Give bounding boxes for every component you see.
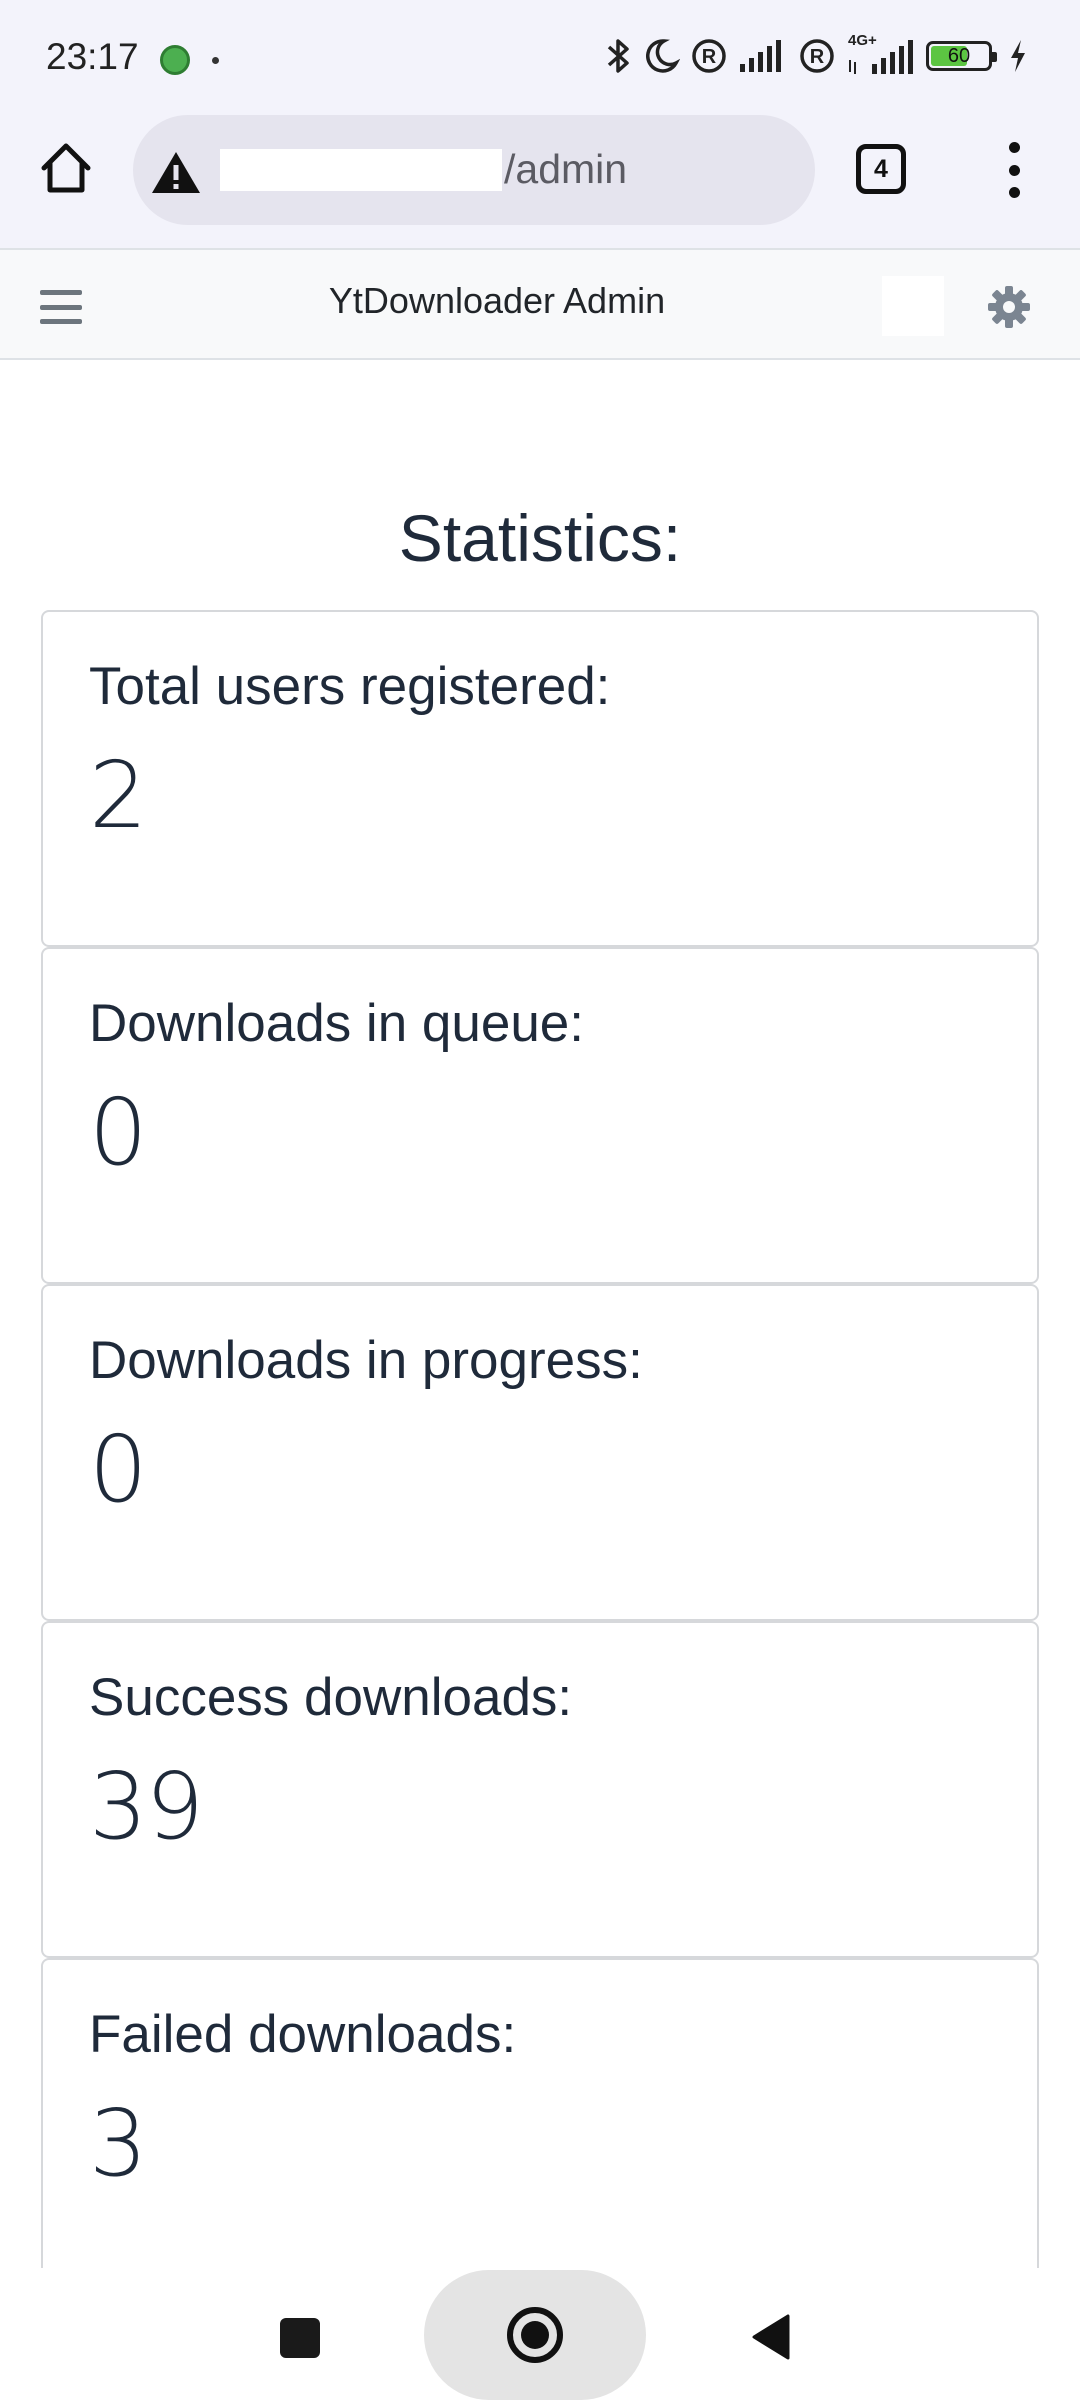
stat-label: Failed downloads:	[89, 2005, 517, 2064]
stat-card-success-downloads: Success downloads: 39	[41, 1621, 1039, 1958]
stat-card-downloads-queue: Downloads in queue: 0	[41, 947, 1039, 1284]
app-navbar: YtDownloader Admin	[0, 248, 1080, 360]
signal-icon	[738, 38, 788, 74]
tab-count: 4	[874, 154, 888, 183]
redacted-element	[882, 276, 944, 336]
battery-icon: 60	[926, 41, 997, 71]
registered-icon: R	[798, 37, 836, 75]
status-time: 23:17	[46, 36, 139, 77]
gear-icon[interactable]	[986, 284, 1032, 330]
stat-label: Total users registered:	[89, 657, 611, 716]
stat-value: 0	[89, 1416, 148, 1523]
stat-value: 2	[89, 742, 148, 849]
registered-icon: R	[690, 37, 728, 75]
svg-text:R: R	[810, 46, 825, 68]
tabs-icon[interactable]: 4	[856, 144, 906, 194]
stat-value: 0	[89, 1079, 148, 1186]
battery-level: 60	[947, 44, 971, 67]
status-icons: R R 4G+ 60	[606, 32, 1028, 78]
moon-icon	[642, 37, 680, 75]
browser-toolbar: /admin 4	[0, 112, 1080, 248]
app-notification-icon	[160, 45, 190, 75]
stat-label: Downloads in progress:	[89, 1331, 643, 1390]
page-title: Statistics:	[398, 501, 682, 575]
network-type-label: 4G+	[848, 32, 877, 49]
stat-card-failed-downloads: Failed downloads: 3	[41, 1958, 1039, 2295]
bluetooth-icon	[606, 36, 632, 76]
stat-label: Success downloads:	[89, 1668, 573, 1727]
more-vert-icon[interactable]	[1000, 142, 1028, 198]
home-icon[interactable]	[36, 138, 96, 198]
notification-dot-icon	[212, 57, 219, 64]
stat-value: 39	[89, 1753, 204, 1860]
redacted-host	[220, 149, 502, 191]
system-nav-bar	[0, 2268, 1080, 2400]
status-bar: 23:17 R R 4G+ 60	[0, 0, 1080, 112]
home-button[interactable]	[424, 2270, 646, 2400]
svg-text:R: R	[702, 46, 717, 68]
stat-card-total-users: Total users registered: 2	[41, 610, 1039, 947]
stat-value: 3	[89, 2090, 148, 2197]
stat-label: Downloads in queue:	[89, 994, 585, 1053]
warning-icon[interactable]	[150, 149, 202, 195]
stat-card-downloads-progress: Downloads in progress: 0	[41, 1284, 1039, 1621]
home-circle-icon	[507, 2307, 563, 2363]
signal-4g-icon: 4G+	[846, 32, 916, 76]
back-icon[interactable]	[750, 2312, 792, 2362]
recents-icon[interactable]	[280, 2318, 320, 2358]
stats-list: Total users registered: 2 Downloads in q…	[41, 610, 1039, 2295]
url-path[interactable]: /admin	[504, 146, 627, 193]
charging-icon	[1008, 38, 1028, 74]
